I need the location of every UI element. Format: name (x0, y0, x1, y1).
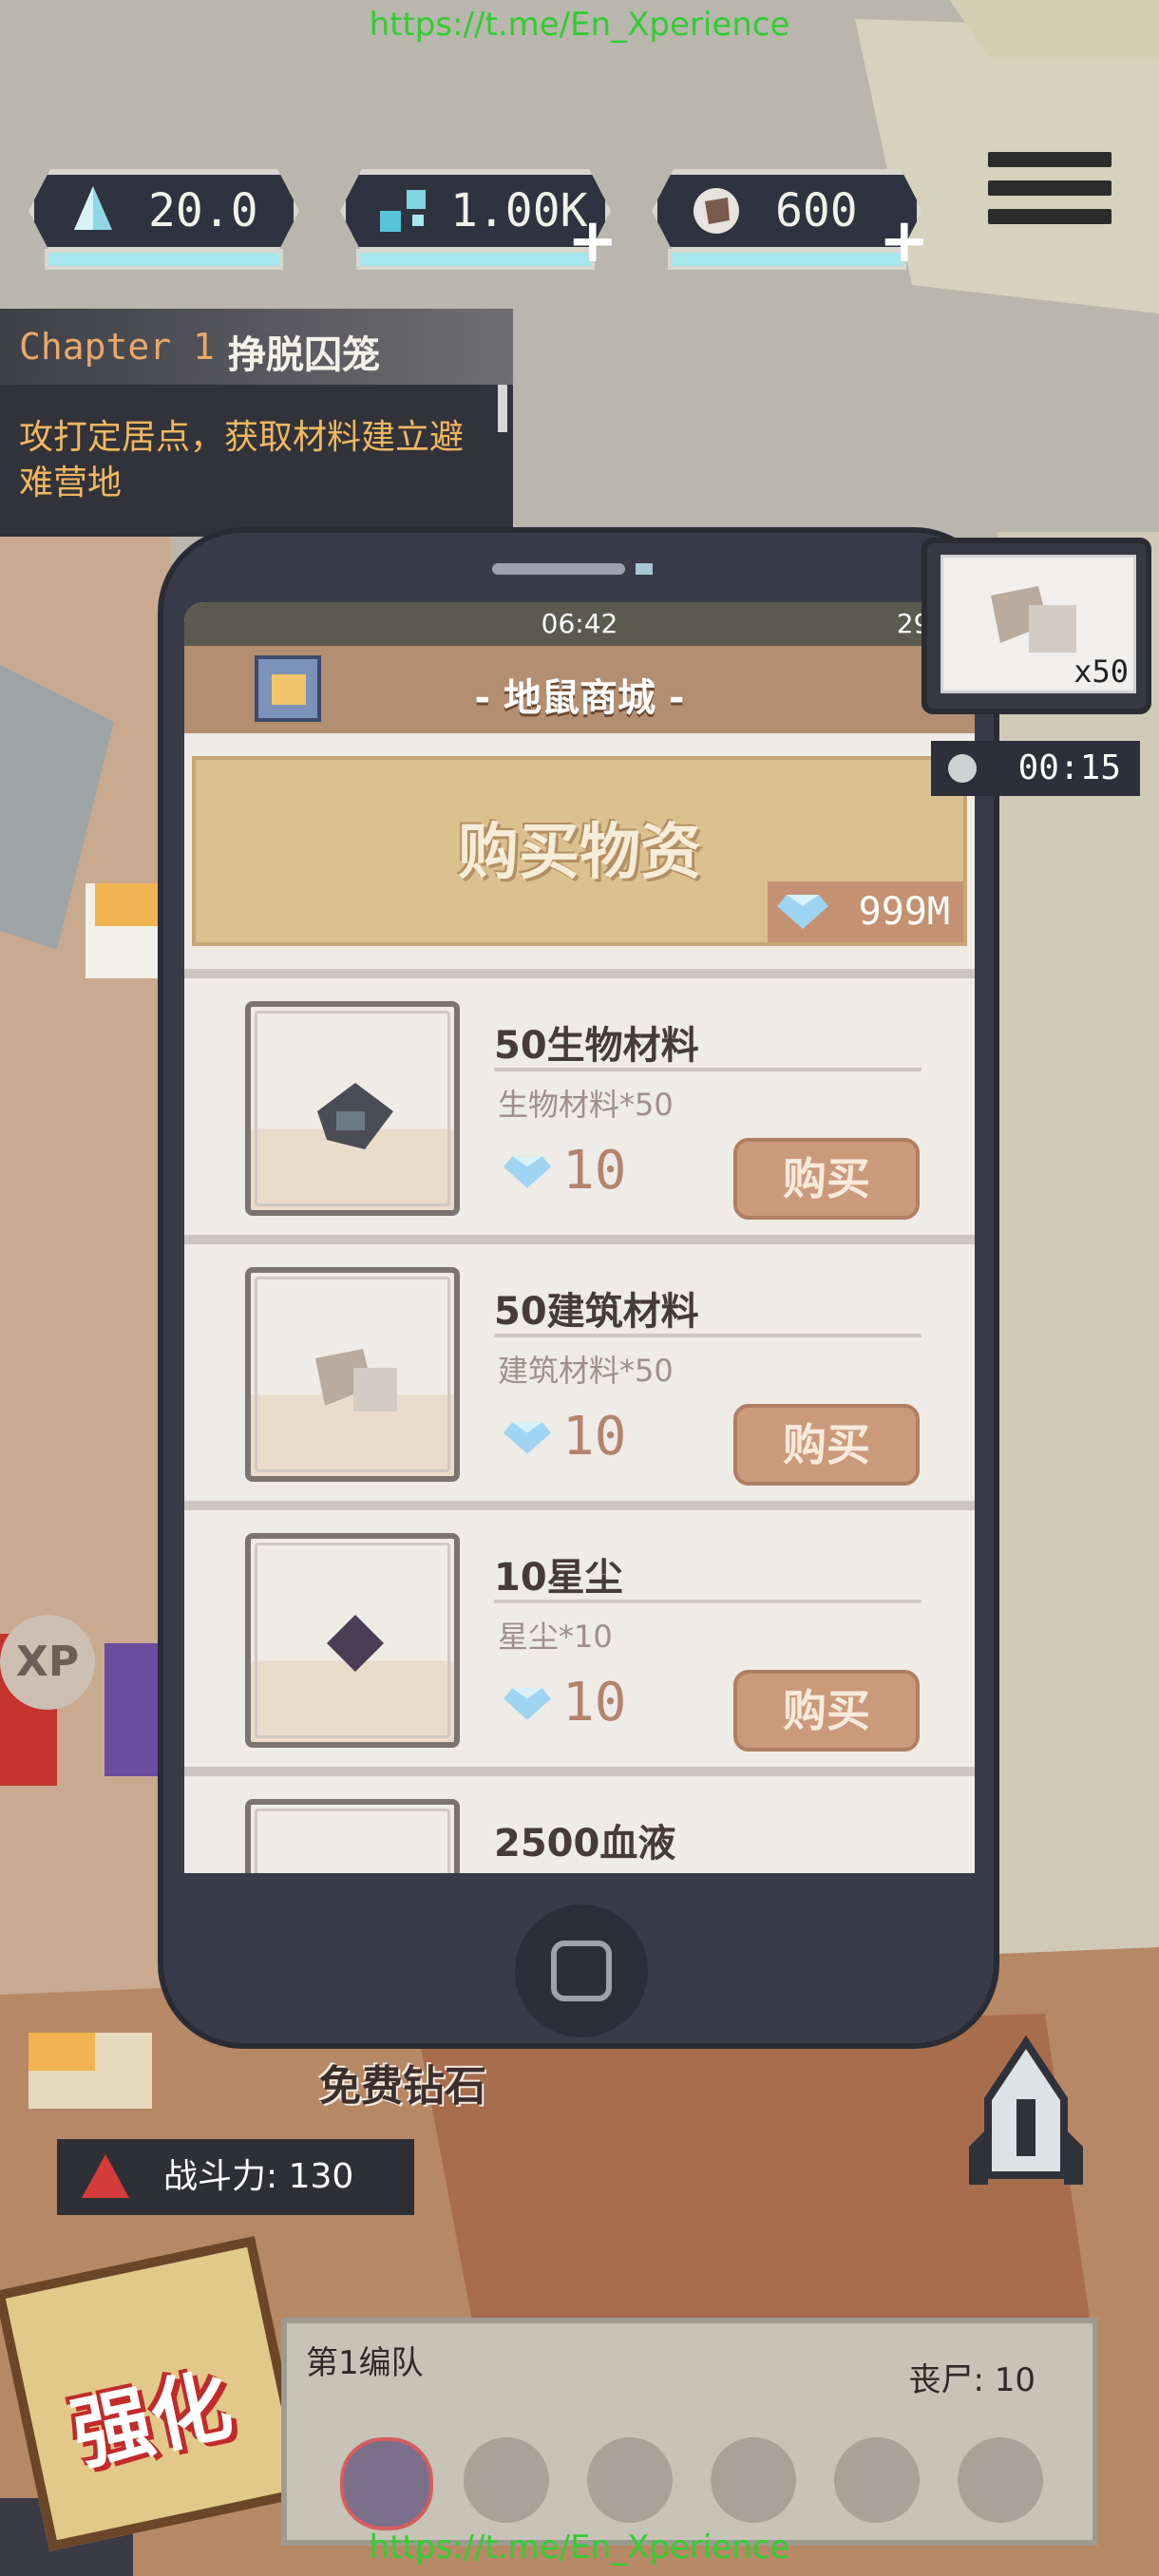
item-name: 50建筑材料 (494, 1290, 699, 1334)
squad-panel[interactable]: 第1编队 丧尸: 10 (281, 2318, 1098, 2546)
gem-balance-value: 999M (858, 890, 950, 934)
item-thumbnail (245, 1799, 460, 1873)
shop-item: 2500血液 (184, 1767, 975, 1873)
squad-slot-empty[interactable] (711, 2437, 796, 2523)
resource-underbar (356, 249, 595, 270)
item-thumbnail (245, 1001, 460, 1216)
shop-item: 10星尘 星尘*10 10 购买 (184, 1501, 975, 1767)
shop-title: - 地鼠商城 - (474, 676, 685, 720)
chapter-name: 挣脱囚笼 (228, 333, 380, 377)
production-card[interactable]: x50 (922, 538, 1151, 714)
resource-crystal[interactable]: 20.0 (28, 169, 299, 270)
stone-material-icon (991, 586, 1076, 653)
item-name: 2500血液 (494, 1822, 676, 1866)
production-multiplier: x50 (1074, 653, 1129, 690)
item-subtitle: 建筑材料*50 (498, 1353, 674, 1389)
watermark-top: https://t.me/En_Xperience (369, 6, 790, 44)
buy-button[interactable]: 购买 (733, 1670, 920, 1752)
item-name: 50生物材料 (494, 1024, 699, 1068)
crystal-icon (74, 186, 112, 230)
item-subtitle: 星尘*10 (498, 1619, 613, 1655)
combat-power-label: 战斗力: 130 (163, 2157, 354, 2196)
squad-slot-avatar[interactable] (340, 2437, 433, 2530)
item-name: 10星尘 (494, 1556, 623, 1600)
xp-badge[interactable]: XP (0, 1615, 95, 1710)
resource-underbar (668, 249, 906, 270)
resource-cells[interactable]: 1.00K + (340, 169, 618, 272)
chapter-description: 攻打定居点，获取材料建立避难营地 (19, 418, 465, 502)
shop-header: - 地鼠商城 - (184, 646, 975, 733)
diamond-icon (504, 1688, 551, 1720)
buy-button[interactable]: 购买 (733, 1404, 920, 1486)
timer-value: 00:15 (1017, 748, 1121, 787)
combat-power: 战斗力: 130 (57, 2139, 414, 2215)
shop-screen: 06:42 29% - 地鼠商城 - 购买物资 999M 50生物材料 生物材料… (184, 602, 975, 1873)
squad-name: 第1编队 (306, 2344, 424, 2382)
warning-icon (82, 2154, 129, 2198)
squad-slot-empty[interactable] (958, 2437, 1043, 2523)
status-bar: 06:42 29% (184, 602, 975, 646)
resource-value: 20.0 (148, 184, 258, 237)
diamond-icon (504, 1156, 551, 1188)
shop-item: 50生物材料 生物材料*50 10 购买 (184, 969, 975, 1235)
phone-camera (636, 563, 653, 575)
item-subtitle: 生物材料*50 (498, 1087, 674, 1123)
chapter-header: Chapter 1 挣脱囚笼 (0, 309, 513, 385)
item-divider (494, 1068, 922, 1071)
item-price: 10 (562, 1672, 627, 1733)
phone-home-button[interactable] (515, 1904, 648, 2037)
squad-slot-empty[interactable] (834, 2437, 920, 2523)
chapter-panel[interactable]: Chapter 1 挣脱囚笼 攻打定居点，获取材料建立避难营地 (0, 309, 513, 537)
clock-icon (948, 754, 977, 783)
strengthen-label: 强化 (64, 2358, 240, 2483)
squad-slot-empty[interactable] (464, 2437, 549, 2523)
chapter-number: Chapter 1 (19, 326, 215, 368)
resource-ore[interactable]: 600 + (652, 169, 930, 272)
add-ore-button[interactable]: + (879, 211, 930, 272)
squad-slot-empty[interactable] (587, 2437, 673, 2523)
zombie-count: 丧尸: 10 (908, 2361, 1036, 2399)
item-price: 10 (562, 1406, 627, 1468)
add-cells-button[interactable]: + (567, 211, 618, 272)
strengthen-button[interactable]: 强化 (0, 2235, 311, 2552)
gem-balance: 999M (768, 881, 963, 942)
resource-value: 600 (775, 184, 858, 237)
item-thumbnail (245, 1267, 460, 1482)
banner-title: 购买物资 (458, 818, 701, 888)
status-time: 06:42 (541, 608, 618, 639)
bio-material-icon (317, 1083, 393, 1149)
item-price: 10 (562, 1140, 627, 1202)
buy-button[interactable]: 购买 (733, 1138, 920, 1220)
item-divider (494, 1334, 922, 1337)
diamond-icon (504, 1422, 551, 1454)
free-gems-button[interactable]: 免费钻石 (319, 2052, 486, 2112)
stone-material-icon (315, 1349, 397, 1411)
rocket-icon[interactable] (950, 2033, 1102, 2204)
stardust-icon (327, 1615, 384, 1672)
shop-item: 50建筑材料 建筑材料*50 10 购买 (184, 1235, 975, 1501)
production-timer: 00:15 (931, 741, 1140, 796)
chapter-scrollbar[interactable] (498, 385, 507, 432)
watermark-bottom: https://t.me/En_Xperience (369, 2529, 790, 2567)
item-thumbnail (245, 1533, 460, 1748)
diamond-icon (777, 895, 828, 929)
resource-underbar (45, 249, 283, 270)
ore-icon (694, 188, 739, 234)
supply-banner: 购买物资 999M (192, 756, 967, 946)
phone-speaker (492, 563, 625, 575)
blue-cells-icon (380, 190, 426, 232)
menu-icon[interactable] (988, 152, 1112, 247)
item-divider (494, 1600, 922, 1603)
